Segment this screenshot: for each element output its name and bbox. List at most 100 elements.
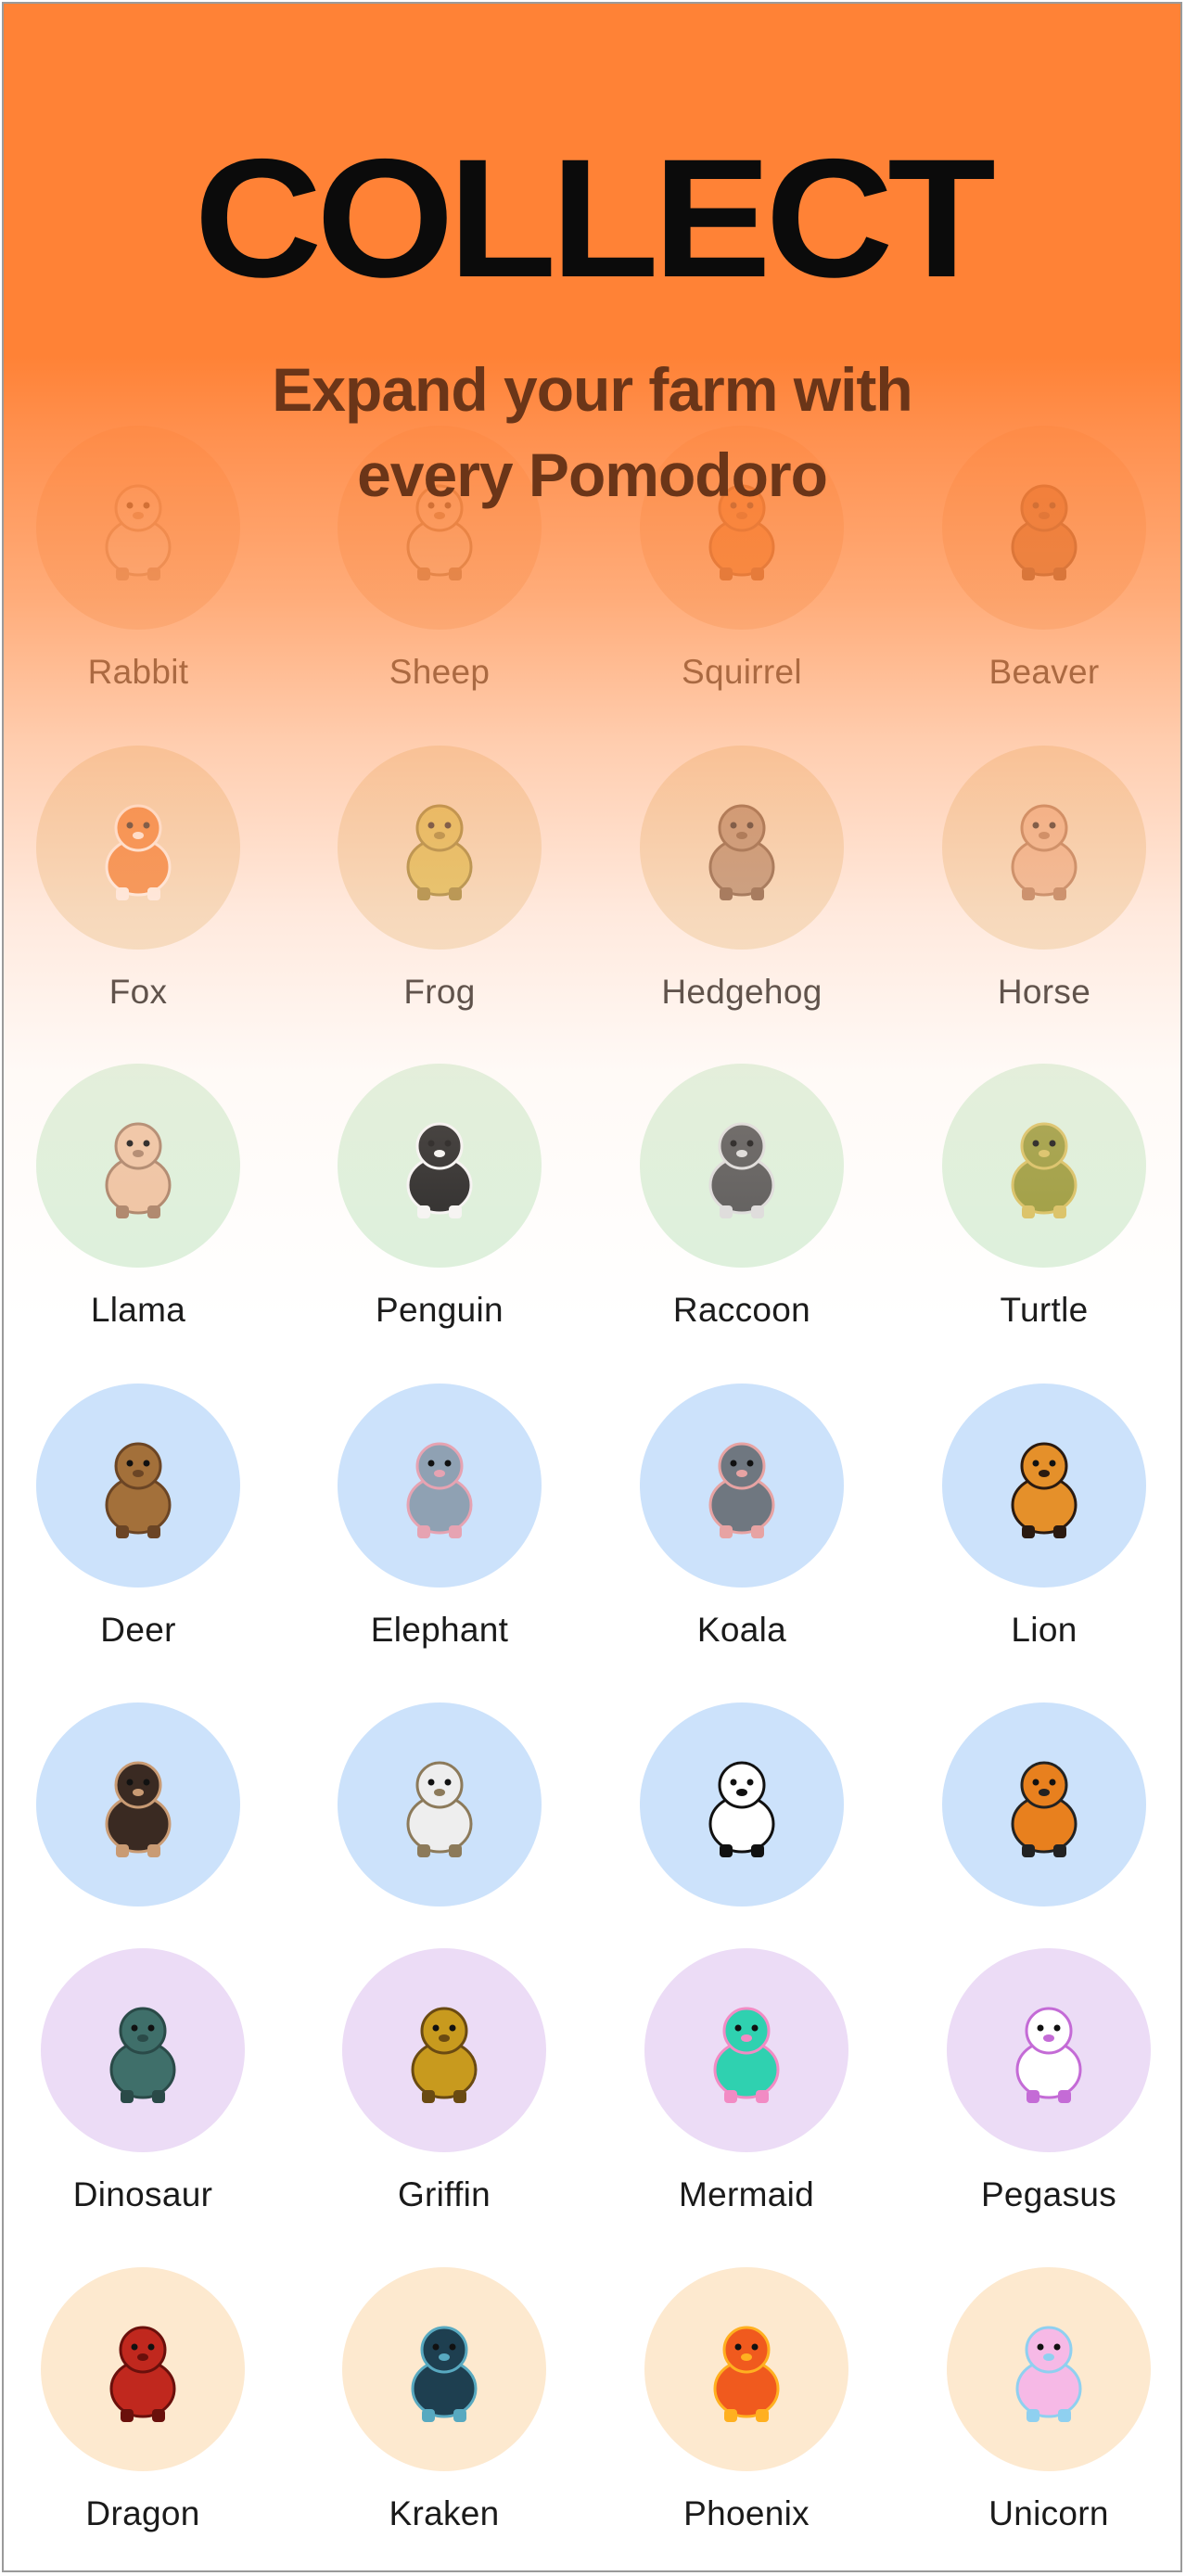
animal-name: Sheep — [389, 653, 491, 691]
animal-name: Penguin — [376, 1291, 504, 1329]
penguin-icon — [406, 1122, 473, 1218]
koala-icon — [708, 1442, 775, 1538]
animal-avatar[interactable] — [338, 1384, 542, 1588]
animal-name: Lion — [1011, 1611, 1078, 1649]
app-screen: Rabbit Sheep Squirrel Beaver Fox Frog He… — [2, 2, 1182, 2572]
animal-avatar[interactable] — [942, 1384, 1146, 1588]
lion-icon — [1011, 1442, 1078, 1538]
animal-avatar[interactable] — [342, 2267, 546, 2471]
monkey-icon — [105, 1761, 172, 1857]
animal-avatar[interactable] — [947, 2267, 1151, 2471]
animal-avatar[interactable] — [338, 746, 542, 950]
animal-name: Beaver — [988, 653, 1100, 691]
deer-icon — [105, 1442, 172, 1538]
animal-card[interactable]: Lion — [868, 1384, 1146, 1662]
frog-icon — [406, 804, 473, 900]
dragon-icon — [109, 2326, 176, 2422]
page-subtitle: Expand your farm with every Pomodoro — [4, 347, 1180, 517]
owl-icon — [406, 1761, 473, 1857]
animal-card[interactable]: Pegasus — [873, 1948, 1151, 2226]
animal-name: Raccoon — [672, 1291, 811, 1329]
animal-avatar[interactable] — [942, 746, 1146, 950]
dinosaur-icon — [109, 2007, 176, 2103]
subtitle-line-2: every Pomodoro — [357, 440, 828, 509]
animal-name: Kraken — [389, 2494, 500, 2532]
animal-avatar[interactable] — [640, 1064, 844, 1268]
animal-card[interactable]: Koala — [566, 1384, 844, 1662]
animal-name: Frog — [403, 973, 476, 1011]
animal-avatar[interactable] — [644, 1948, 848, 2152]
animal-avatar[interactable] — [644, 2267, 848, 2471]
mermaid-icon — [713, 2007, 780, 2103]
turtle-icon — [1011, 1122, 1078, 1218]
animal-name: Dragon — [85, 2494, 200, 2532]
elephant-icon — [406, 1442, 473, 1538]
animal-card[interactable]: Deer — [4, 1384, 240, 1662]
animal-name: Unicorn — [988, 2494, 1109, 2532]
horse-icon — [1011, 804, 1078, 900]
animal-name: Pegasus — [980, 2175, 1117, 2213]
animal-name: Griffin — [397, 2175, 491, 2213]
animal-card[interactable] — [4, 1702, 240, 1981]
animal-avatar[interactable] — [36, 746, 240, 950]
panda-icon — [708, 1761, 775, 1857]
hedgehog-icon — [708, 804, 775, 900]
tiger-icon — [1011, 1761, 1078, 1857]
animal-avatar[interactable] — [36, 1384, 240, 1588]
animal-avatar[interactable] — [41, 1948, 245, 2152]
animal-name: Fox — [108, 973, 168, 1011]
animal-avatar[interactable] — [947, 1948, 1151, 2152]
animal-name: Turtle — [1000, 1291, 1089, 1329]
animal-avatar[interactable] — [942, 1064, 1146, 1268]
animal-name: Mermaid — [678, 2175, 815, 2213]
llama-icon — [105, 1122, 172, 1218]
animal-card[interactable] — [263, 1702, 542, 1981]
animal-card[interactable]: Kraken — [268, 2267, 546, 2545]
animal-card[interactable]: Dinosaur — [4, 1948, 245, 2226]
animal-name: Koala — [696, 1611, 787, 1649]
griffin-icon — [411, 2007, 478, 2103]
animal-card[interactable]: Unicorn — [873, 2267, 1151, 2545]
animal-name: Squirrel — [682, 653, 802, 691]
animal-card[interactable]: Raccoon — [566, 1064, 844, 1342]
animal-card[interactable]: Penguin — [263, 1064, 542, 1342]
phoenix-icon — [713, 2326, 780, 2422]
animal-card[interactable]: Fox — [4, 746, 240, 1024]
animal-card[interactable]: Phoenix — [570, 2267, 848, 2545]
animal-card[interactable]: Griffin — [268, 1948, 546, 2226]
animal-card[interactable] — [566, 1702, 844, 1981]
animal-name: Dinosaur — [72, 2175, 213, 2213]
animal-avatar[interactable] — [338, 1064, 542, 1268]
animal-avatar[interactable] — [640, 746, 844, 950]
animal-card[interactable]: Dragon — [4, 2267, 245, 2545]
animal-card[interactable]: Llama — [4, 1064, 240, 1342]
animal-card[interactable] — [868, 1702, 1146, 1981]
raccoon-icon — [708, 1122, 775, 1218]
animal-avatar[interactable] — [36, 1702, 240, 1906]
animal-avatar[interactable] — [640, 1702, 844, 1906]
animal-card[interactable]: Mermaid — [570, 1948, 848, 2226]
animal-name: Horse — [997, 973, 1091, 1011]
subtitle-line-1: Expand your farm with — [272, 355, 912, 424]
animal-name: Phoenix — [683, 2494, 810, 2532]
animal-avatar[interactable] — [41, 2267, 245, 2471]
animal-avatar[interactable] — [36, 1064, 240, 1268]
animal-card[interactable]: Turtle — [868, 1064, 1146, 1342]
animal-card[interactable]: Frog — [263, 746, 542, 1024]
animal-avatar[interactable] — [640, 1384, 844, 1588]
animal-name: Rabbit — [87, 653, 189, 691]
animal-avatar[interactable] — [942, 1702, 1146, 1906]
pegasus-icon — [1015, 2007, 1082, 2103]
unicorn-icon — [1015, 2326, 1082, 2422]
fox-icon — [105, 804, 172, 900]
animal-name: Deer — [100, 1611, 176, 1649]
kraken-icon — [411, 2326, 478, 2422]
animal-name: Elephant — [370, 1611, 509, 1649]
animal-avatar[interactable] — [342, 1948, 546, 2152]
animal-card[interactable]: Hedgehog — [566, 746, 844, 1024]
animal-card[interactable]: Elephant — [263, 1384, 542, 1662]
page-title: COLLECT — [194, 123, 996, 312]
animal-name: Llama — [90, 1291, 186, 1329]
animal-avatar[interactable] — [338, 1702, 542, 1906]
animal-card[interactable]: Horse — [868, 746, 1146, 1024]
